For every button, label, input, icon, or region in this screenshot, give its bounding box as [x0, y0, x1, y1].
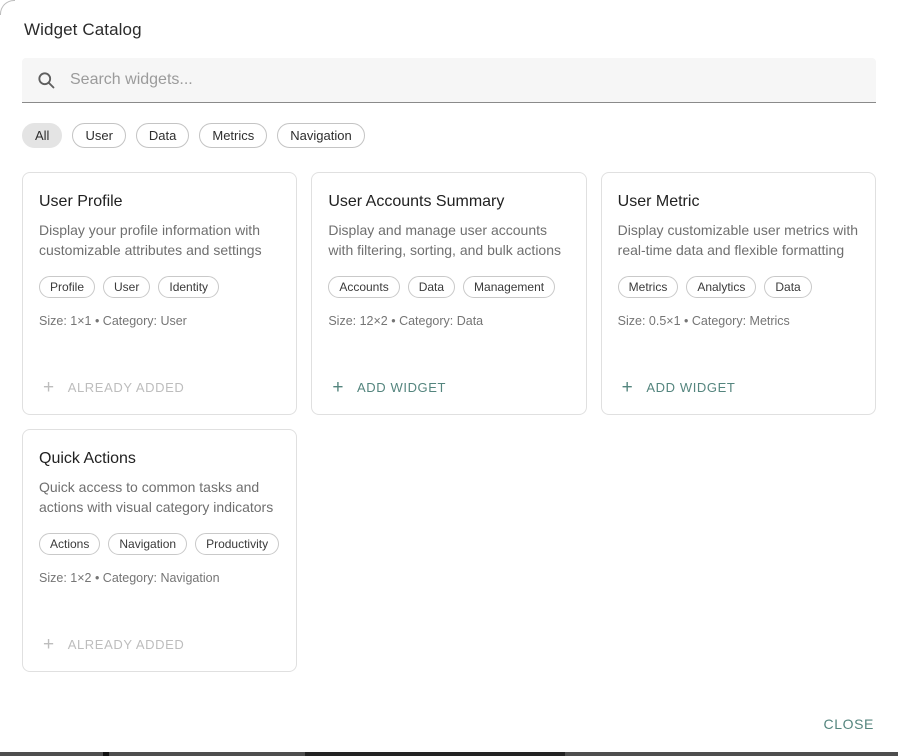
widget-tag: Navigation [108, 533, 187, 555]
dialog-footer: CLOSE [0, 712, 898, 752]
filter-chip[interactable]: User [72, 123, 125, 148]
search-field[interactable] [22, 58, 876, 103]
widget-catalog-dialog: Widget Catalog All User Data Metrics Nav… [0, 0, 898, 752]
plus-icon: + [622, 378, 634, 397]
widget-title: User Accounts Summary [328, 193, 569, 211]
filter-chip[interactable]: Navigation [277, 123, 364, 148]
already-added-button: + ALREADY ADDED [39, 362, 280, 398]
filter-chip[interactable]: Data [136, 123, 189, 148]
add-widget-button[interactable]: + ADD WIDGET [328, 362, 569, 398]
widget-meta: Size: 0.5×1 • Category: Metrics [618, 314, 859, 328]
widget-title: User Profile [39, 193, 280, 211]
widget-tag: Profile [39, 276, 95, 298]
background-page-edge [0, 752, 898, 756]
widget-card: User Profile Display your profile inform… [22, 172, 297, 415]
widget-tags: Profile User Identity [39, 276, 280, 298]
filter-chip-label: Data [149, 128, 176, 143]
widget-title: Quick Actions [39, 450, 280, 468]
widget-title: User Metric [618, 193, 859, 211]
widget-tags: Accounts Data Management [328, 276, 569, 298]
widget-card: User Accounts Summary Display and manage… [311, 172, 586, 415]
search-input[interactable] [68, 70, 862, 90]
search-icon [36, 70, 56, 90]
widget-card: Quick Actions Quick access to common tas… [22, 429, 297, 672]
widget-tag: Management [463, 276, 555, 298]
background-page-mark [103, 752, 109, 756]
already-added-button: + ALREADY ADDED [39, 619, 280, 655]
widget-tags: Actions Navigation Productivity [39, 533, 280, 555]
widget-description: Display customizable user metrics with r… [618, 220, 859, 260]
widget-tag: Identity [158, 276, 219, 298]
filter-chip-label: Metrics [212, 128, 254, 143]
widget-meta: Size: 1×2 • Category: Navigation [39, 571, 280, 585]
widget-description: Quick access to common tasks and actions… [39, 477, 280, 517]
close-button[interactable]: CLOSE [822, 712, 876, 736]
filter-chips: All User Data Metrics Navigation [22, 123, 876, 148]
widget-tags: Metrics Analytics Data [618, 276, 859, 298]
widget-tag: Analytics [686, 276, 756, 298]
widget-meta: Size: 1×1 • Category: User [39, 314, 280, 328]
widget-tag: Metrics [618, 276, 679, 298]
plus-icon: + [332, 378, 344, 397]
add-widget-label: ALREADY ADDED [68, 637, 185, 652]
widget-meta: Size: 12×2 • Category: Data [328, 314, 569, 328]
widget-tag: Accounts [328, 276, 399, 298]
filter-chip[interactable]: All [22, 123, 62, 148]
widget-tag: Data [764, 276, 811, 298]
widget-tag: Actions [39, 533, 100, 555]
plus-icon: + [43, 378, 55, 397]
widget-card-grid: User Profile Display your profile inform… [22, 172, 876, 672]
plus-icon: + [43, 635, 55, 654]
filter-chip[interactable]: Metrics [199, 123, 267, 148]
widget-description: Display and manage user accounts with fi… [328, 220, 569, 260]
filter-chip-label: Navigation [290, 128, 351, 143]
add-widget-button[interactable]: + ADD WIDGET [618, 362, 859, 398]
add-widget-label: ADD WIDGET [646, 380, 735, 395]
background-page-content [305, 752, 565, 756]
page-title: Widget Catalog [0, 0, 898, 52]
add-widget-label: ALREADY ADDED [68, 380, 185, 395]
widget-tag: Data [408, 276, 455, 298]
widget-tag: Productivity [195, 533, 279, 555]
filter-chip-label: All [35, 128, 49, 143]
widget-description: Display your profile information with cu… [39, 220, 280, 260]
widget-tag: User [103, 276, 150, 298]
add-widget-label: ADD WIDGET [357, 380, 446, 395]
filter-chip-label: User [85, 128, 112, 143]
widget-card: User Metric Display customizable user me… [601, 172, 876, 415]
